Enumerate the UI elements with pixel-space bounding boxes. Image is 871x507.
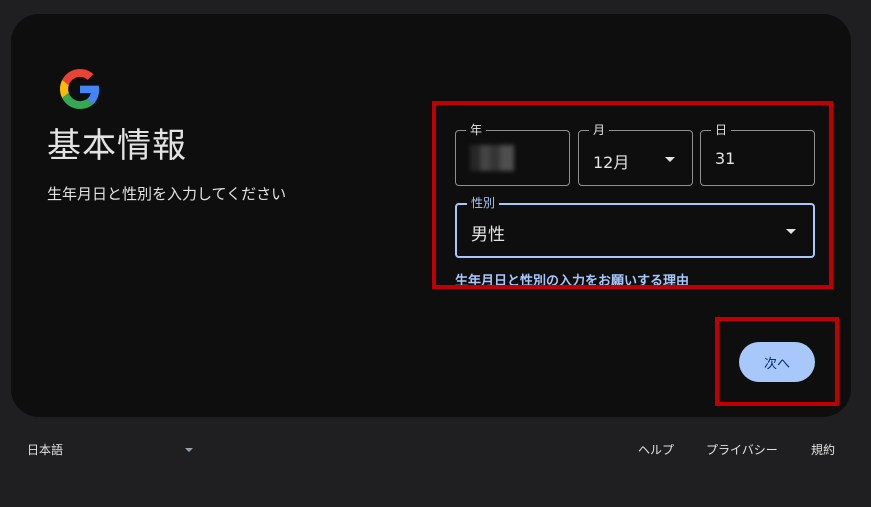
page-title: 基本情報 xyxy=(47,126,187,166)
page-subtitle: 生年月日と性別を入力してください xyxy=(47,185,287,203)
button-highlight-box xyxy=(715,317,839,406)
language-selector[interactable]: 日本語 xyxy=(27,441,63,458)
help-link[interactable]: ヘルプ xyxy=(638,441,674,458)
privacy-link[interactable]: プライバシー xyxy=(706,441,778,458)
terms-link[interactable]: 規約 xyxy=(811,441,835,458)
form-highlight-box xyxy=(432,101,833,289)
caret-down-icon[interactable] xyxy=(185,448,193,452)
google-g-icon xyxy=(60,69,100,109)
